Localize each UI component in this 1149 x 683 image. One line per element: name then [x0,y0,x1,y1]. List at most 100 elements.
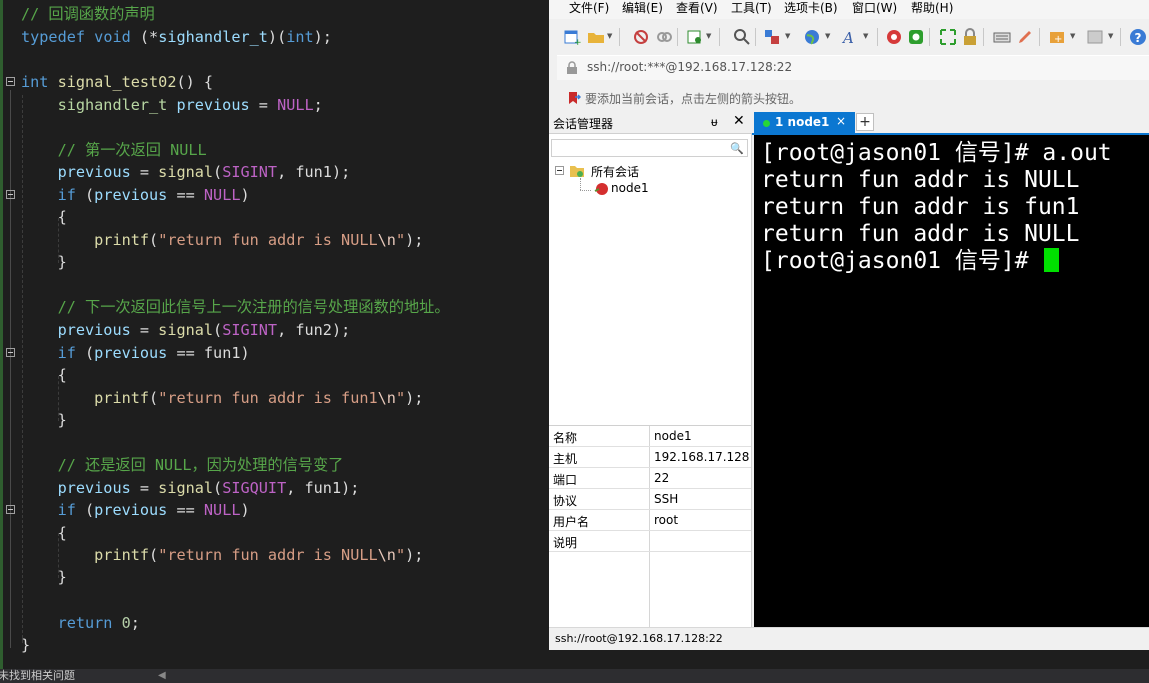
punct: ( [149,231,159,249]
xmanager-icon[interactable] [907,28,925,46]
menu-tools[interactable]: 工具(T) [731,0,772,17]
fold-toggle-icon[interactable] [6,77,15,86]
address-bar[interactable]: ssh://root:***@192.168.17.128:22 [557,55,1149,80]
font-icon[interactable]: A [841,28,859,46]
code-line[interactable]: } [0,566,549,588]
fold-toggle-icon[interactable] [6,348,15,357]
menu-help[interactable]: 帮助(H) [911,0,953,17]
code-line[interactable]: { [0,522,549,544]
string-literal: " [395,389,406,407]
chevron-down-icon[interactable]: ▼ [825,32,830,40]
fold-toggle-icon[interactable] [6,505,15,514]
code-editor[interactable]: // 回调函数的声明 typedef void (*sighandler_t)(… [0,0,549,669]
terminal[interactable]: [root@jason01 信号]# a.out return fun addr… [754,135,1149,627]
punct: ( [213,163,223,181]
code-line[interactable]: } [0,409,549,431]
punct: (* [130,28,159,46]
menu-view[interactable]: 查看(V) [676,0,718,17]
session-settings-icon[interactable] [686,28,704,46]
property-key: 主机 [553,452,578,466]
search-icon[interactable]: 🔍 [730,142,744,155]
tab-node1[interactable]: 1 node1 × [754,112,855,134]
code-line[interactable]: if (previous == fun1) [0,342,549,364]
close-icon[interactable]: ✕ [733,113,745,129]
menu-file[interactable]: 文件(F) [569,0,609,17]
code-line[interactable]: if (previous == NULL) [0,184,549,206]
new-session-icon[interactable]: + [563,28,581,46]
brace: { [57,524,67,542]
keyword: if [57,344,76,362]
reconnect-icon[interactable] [632,28,650,46]
code-line[interactable]: printf("return fun addr is NULL\n"); [0,229,549,251]
menu-tab[interactable]: 选项卡(B) [784,0,838,17]
chevron-down-icon[interactable]: ▼ [785,32,790,40]
tab-close-icon[interactable]: × [836,114,846,128]
code-line[interactable]: sighandler_t previous = NULL; [0,94,549,116]
highlight-icon[interactable] [1016,28,1034,46]
add-tab-icon[interactable]: + [1048,28,1066,46]
code-line[interactable]: // 下一次返回此信号上一次注册的信号处理函数的地址。 [0,296,549,318]
separator [719,28,720,46]
punct: = [249,96,278,114]
punct: ( [75,344,95,362]
code-line[interactable]: // 回调函数的声明 [0,3,549,25]
code-line[interactable]: { [0,206,549,228]
punct: ); [405,389,424,407]
fold-toggle-icon[interactable] [6,190,15,199]
code-line[interactable]: } [0,251,549,273]
identifier: fun1 [304,479,342,497]
new-tab-button[interactable]: + [856,113,874,131]
code-line[interactable]: // 第一次返回 NULL [0,139,549,161]
punct: ; [313,96,323,114]
scroll-left-icon[interactable]: ◀ [158,669,166,683]
open-folder-icon[interactable] [587,28,605,46]
transfer-icon[interactable] [763,28,781,46]
keyboard-icon[interactable] [993,28,1011,46]
menu-edit[interactable]: 编辑(E) [622,0,663,17]
chevron-down-icon[interactable]: ▼ [607,32,612,40]
code-line[interactable]: previous = signal(SIGINT, fun1); [0,161,549,183]
code-line[interactable]: previous = signal(SIGQUIT, fun1); [0,477,549,499]
collapse-icon[interactable] [555,166,564,175]
bookmark-arrow-icon[interactable] [567,91,581,105]
session-manager-header: 会话管理器 ᵾ ✕ [549,112,752,134]
comment: // 下一次返回此信号上一次注册的信号处理函数的地址。 [57,298,450,316]
code-line[interactable]: previous = signal(SIGINT, fun2); [0,319,549,341]
property-key: 端口 [553,473,578,487]
tree-label: node1 [611,181,649,195]
code-line[interactable]: } [0,634,549,656]
punct: == [167,501,204,519]
xshell-window: 文件(F) 编辑(E) 查看(V) 工具(T) 选项卡(B) 窗口(W) 帮助(… [549,0,1149,650]
help-icon[interactable]: ? [1129,28,1147,46]
menu-window[interactable]: 窗口(W) [852,0,897,17]
identifier: fun1 [295,163,332,181]
chevron-down-icon[interactable]: ▼ [1108,32,1113,40]
code-line[interactable]: return 0; [0,612,549,634]
pin-icon[interactable]: ᵾ [711,115,718,129]
code-line[interactable]: int signal_test02() { [0,71,549,93]
chevron-down-icon[interactable]: ▼ [1070,32,1075,40]
toolbar: + ▼ ▼ ▼ ▼ A ▼ + ▼ ▼ ? [549,23,1149,51]
code-line[interactable]: { [0,364,549,386]
terminal-line: return fun addr is NULL [761,221,1080,247]
code-line[interactable]: if (previous == NULL) [0,499,549,521]
code-line[interactable]: printf("return fun addr is NULL\n"); [0,544,549,566]
chevron-down-icon[interactable]: ▼ [863,32,868,40]
disconnect-icon[interactable] [655,28,673,46]
code-line[interactable]: typedef void (*sighandler_t)(int); [0,26,549,48]
search-icon[interactable] [733,28,751,46]
fullscreen-icon[interactable] [939,28,957,46]
tree-item-all-sessions[interactable]: 所有会话 [555,162,735,180]
property-key: 说明 [553,536,578,550]
lock-icon[interactable] [961,28,979,46]
chevron-down-icon[interactable]: ▼ [706,32,711,40]
session-search-input[interactable]: 🔍 [551,139,748,157]
punct: , [277,163,296,181]
code-line[interactable]: printf("return fun addr is fun1\n"); [0,387,549,409]
keyword: typedef [21,28,86,46]
xftp-icon[interactable] [885,28,903,46]
layout-icon[interactable] [1086,28,1104,46]
code-line[interactable]: // 还是返回 NULL，因为处理的信号变了 [0,454,549,476]
session-address[interactable]: ssh://root:***@192.168.17.128:22 [587,60,792,74]
globe-icon[interactable] [803,28,821,46]
